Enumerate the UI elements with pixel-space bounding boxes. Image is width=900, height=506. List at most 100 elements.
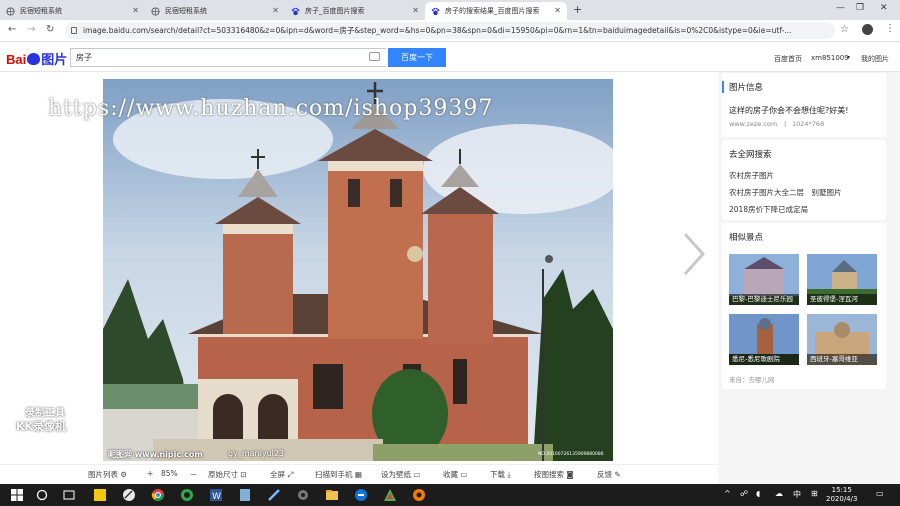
- source-note[interactable]: 来自：去哪儿网: [729, 374, 775, 384]
- tray-expand-icon[interactable]: ^: [724, 489, 731, 498]
- original-size-label: 原始尺寸: [208, 470, 238, 479]
- image-info-desc[interactable]: 这样的房子你会不会想住呢?好美!: [729, 105, 848, 116]
- feedback-label: 反馈: [597, 470, 612, 479]
- web-link[interactable]: 2018房价下降已成定局: [729, 204, 808, 215]
- baidu-home-link[interactable]: 百度首页: [774, 54, 802, 64]
- tab-minsu-1[interactable]: 民宿短租系统 ✕: [0, 2, 145, 20]
- app-icon[interactable]: [383, 488, 397, 502]
- app-icon[interactable]: [267, 488, 281, 502]
- search-icon[interactable]: [35, 488, 49, 502]
- windows-taskbar: W ^ ☍ ◖ ☁ 中 ⊞ 15:15 2020/4/3 ▭: [0, 484, 900, 506]
- similar-thumb[interactable]: 巴黎-巴黎迪士尼乐园: [729, 254, 799, 305]
- reload-icon[interactable]: ↻: [46, 24, 54, 35]
- accent-bar: [722, 81, 724, 93]
- new-tab-icon[interactable]: +: [573, 3, 582, 16]
- download-label: 下载: [490, 470, 505, 479]
- feedback-button[interactable]: 反馈 ✎: [597, 469, 621, 480]
- similar-thumb[interactable]: 悉尼-悉尼歌剧院: [729, 314, 799, 365]
- close-tab-icon[interactable]: ✕: [272, 6, 279, 15]
- tab-minsu-2[interactable]: 民宿短租系统 ✕: [145, 2, 285, 20]
- ime-mode-icon[interactable]: ⊞: [811, 489, 818, 498]
- tab-baidu-image-search[interactable]: 房子_百度图片搜索 ✕: [285, 2, 425, 20]
- browser-icon[interactable]: [180, 488, 194, 502]
- next-image-arrow-icon[interactable]: [681, 232, 707, 276]
- search-button[interactable]: 百度一下: [388, 48, 446, 67]
- minimize-icon[interactable]: —: [836, 3, 845, 13]
- tab-label: 房子_百度图片搜索: [305, 7, 365, 15]
- tab-label: 房子的搜索结果_百度图片搜索: [445, 7, 540, 15]
- camera-search-icon[interactable]: [369, 52, 380, 61]
- clock-date: 2020/4/3: [826, 495, 858, 503]
- back-icon[interactable]: ←: [8, 24, 16, 35]
- settings-icon: ⚙: [120, 470, 128, 479]
- settings-app-icon[interactable]: [296, 488, 310, 502]
- search-input[interactable]: 房子: [70, 48, 386, 67]
- logo-pic-text: 图片: [41, 52, 68, 67]
- folder-icon: ▭: [460, 470, 468, 479]
- fullscreen-icon: ⤢: [287, 470, 294, 479]
- word-icon[interactable]: W: [209, 488, 223, 502]
- volume-icon[interactable]: ◖: [756, 489, 760, 498]
- image-info-site[interactable]: www.zeze.com: [729, 120, 777, 128]
- forward-icon[interactable]: →: [27, 24, 35, 35]
- similar-thumb[interactable]: 西班牙-塞哥维亚: [807, 314, 877, 365]
- network-icon[interactable]: ☍: [740, 489, 748, 498]
- restore-icon[interactable]: ❐: [856, 3, 864, 13]
- url-text: image.baidu.com/search/detail?ct=5033164…: [83, 26, 792, 35]
- task-view-icon[interactable]: [62, 488, 76, 502]
- lock-icon: [71, 27, 77, 34]
- ime-indicator[interactable]: 中: [793, 489, 801, 500]
- image-list-label: 图片列表: [88, 470, 118, 479]
- url-bar[interactable]: image.baidu.com/search/detail?ct=5033164…: [65, 22, 835, 39]
- browser-tab-strip: 民宿短租系统 ✕ 民宿短租系统 ✕ 房子_百度图片搜索 ✕ 房子的搜索结果_百度…: [0, 0, 900, 20]
- close-tab-icon[interactable]: ✕: [132, 6, 139, 15]
- chrome-icon[interactable]: [151, 488, 165, 502]
- scan-to-phone-label: 扫描到手机: [315, 470, 353, 479]
- close-tab-icon[interactable]: ✕: [554, 6, 561, 15]
- app-icon[interactable]: [354, 488, 368, 502]
- browser-menu-icon[interactable]: ⋮: [885, 23, 895, 34]
- baidu-logo[interactable]: Bai 图片: [6, 49, 67, 68]
- windows-start-icon[interactable]: [10, 488, 24, 502]
- fullscreen-button[interactable]: 全屏 ⤢: [270, 469, 293, 480]
- baidu-header: Bai 图片 房子 百度一下 百度首页 xm851009 ▾ 我的图片: [0, 42, 900, 72]
- web-link[interactable]: 农村房子图片: [729, 170, 774, 181]
- thumb-caption: 悉尼-悉尼歌剧院: [729, 354, 799, 365]
- sticky-notes-icon[interactable]: [93, 488, 107, 502]
- close-tab-icon[interactable]: ✕: [412, 6, 419, 15]
- church-photo[interactable]: [103, 79, 613, 461]
- search-by-image-button[interactable]: 按图搜索 ◙: [534, 469, 574, 480]
- system-clock[interactable]: 15:15 2020/4/3: [826, 486, 857, 504]
- zoom-out-button[interactable]: －: [190, 469, 198, 480]
- recorder-app-icon[interactable]: [412, 488, 426, 502]
- similar-thumb[interactable]: 圣彼得堡-涅瓦河: [807, 254, 877, 305]
- bookmark-star-icon[interactable]: ☆: [840, 24, 849, 35]
- zoom-in-button[interactable]: +: [147, 469, 153, 478]
- image-list-button[interactable]: 图片列表 ⚙: [88, 469, 127, 480]
- svg-text:W: W: [212, 492, 221, 502]
- monitor-icon: ▭: [413, 470, 421, 479]
- user-menu-link[interactable]: xm851009: [811, 54, 849, 62]
- download-button[interactable]: 下载 ⤓: [490, 469, 511, 480]
- close-window-icon[interactable]: ✕: [880, 3, 888, 13]
- notifications-icon[interactable]: ▭: [876, 489, 884, 498]
- chevron-down-icon[interactable]: ▾: [847, 54, 850, 61]
- web-link[interactable]: 农村房子图片大全二层 别墅图片: [729, 187, 842, 198]
- scan-to-phone-button[interactable]: 扫描到手机 ▦: [315, 469, 362, 480]
- file-explorer-icon[interactable]: [325, 488, 339, 502]
- set-wallpaper-button[interactable]: 设为壁纸 ▭: [381, 469, 420, 480]
- account-avatar-icon[interactable]: [862, 24, 873, 35]
- image-info-title: 图片信息: [729, 83, 764, 93]
- my-images-link[interactable]: 我的图片: [861, 54, 889, 64]
- viewer-toolbar: 图片列表 ⚙ + 85% － 原始尺寸 ⊡ 全屏 ⤢ 扫描到手机 ▦ 设为壁纸 …: [0, 464, 718, 484]
- fullscreen-label: 全屏: [270, 470, 285, 479]
- collect-button[interactable]: 收藏 ▭: [443, 469, 467, 480]
- cloud-icon[interactable]: ☁: [775, 489, 783, 498]
- app-icon[interactable]: [238, 488, 252, 502]
- tab-baidu-result-active[interactable]: 房子的搜索结果_百度图片搜索 ✕: [425, 2, 567, 20]
- address-toolbar: ← → ↻ image.baidu.com/search/detail?ct=5…: [0, 20, 900, 42]
- tab-label: 民宿短租系统: [165, 7, 207, 15]
- original-size-button[interactable]: 原始尺寸 ⊡: [208, 469, 247, 480]
- app-icon[interactable]: [122, 488, 136, 502]
- baidu-paw-icon: [431, 7, 440, 15]
